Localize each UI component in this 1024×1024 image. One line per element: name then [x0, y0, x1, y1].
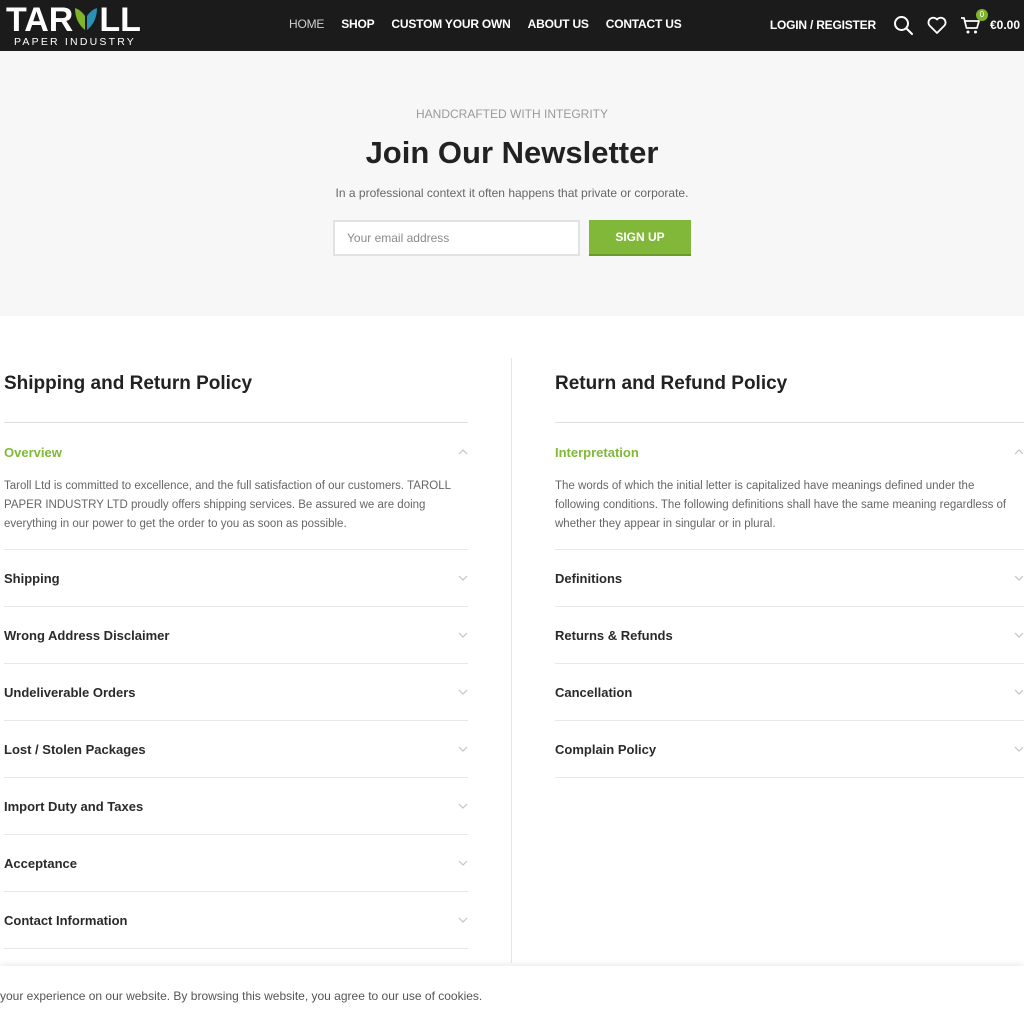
newsletter-description: In a professional context it often happe…: [335, 186, 689, 200]
main-nav: HOME SHOP CUSTOM YOUR OWN ABOUT US CONTA…: [289, 17, 699, 31]
chevron-up-icon: [1014, 449, 1024, 455]
chevron-down-icon: [458, 860, 468, 866]
accordion-header-contact-information[interactable]: Contact Information: [4, 892, 468, 948]
accordion-header-interpretation[interactable]: Interpretation: [555, 423, 1024, 481]
logo-wordmark: TAR LL: [6, 3, 141, 37]
accordion-header-acceptance[interactable]: Acceptance: [4, 835, 468, 891]
accordion-item: Lost / Stolen Packages: [4, 721, 468, 778]
accordion-item: Complain Policy: [555, 721, 1024, 778]
chevron-down-icon: [458, 803, 468, 809]
chevron-down-icon: [458, 689, 468, 695]
chevron-down-icon: [1014, 575, 1024, 581]
accordion-header-returns-refunds[interactable]: Returns & Refunds: [555, 607, 1024, 663]
accordion-header-lost-stolen[interactable]: Lost / Stolen Packages: [4, 721, 468, 777]
cookie-notice-bar: your experience on our website. By brows…: [0, 966, 1024, 1024]
newsletter-section: HANDCRAFTED WITH INTEGRITY Join Our News…: [0, 51, 1024, 316]
accordion-item: Definitions: [555, 550, 1024, 607]
leaf-icon: [75, 8, 98, 30]
chevron-down-icon: [458, 575, 468, 581]
search-icon[interactable]: [892, 14, 914, 36]
newsletter-kicker: HANDCRAFTED WITH INTEGRITY: [416, 107, 608, 121]
refund-policy-column: Return and Refund Policy Interpretation …: [555, 358, 1024, 778]
accordion-header-complain-policy[interactable]: Complain Policy: [555, 721, 1024, 777]
nav-custom-your-own[interactable]: CUSTOM YOUR OWN: [391, 17, 510, 31]
accordion-label: Interpretation: [555, 444, 639, 460]
accordion-label: Undeliverable Orders: [4, 684, 136, 700]
nav-shop[interactable]: SHOP: [341, 17, 374, 31]
accordion-item: Wrong Address Disclaimer: [4, 607, 468, 664]
heart-icon[interactable]: [926, 14, 948, 36]
accordion-item: Shipping: [4, 550, 468, 607]
accordion-label: Contact Information: [4, 912, 128, 928]
accordion-body-interpretation: The words of which the initial letter is…: [555, 480, 1007, 530]
accordion-label: Complain Policy: [555, 741, 657, 757]
accordion-item: Import Duty and Taxes: [4, 778, 468, 835]
chevron-down-icon: [458, 632, 468, 638]
cart-count-badge: 0: [975, 9, 988, 21]
newsletter-email-input[interactable]: [333, 220, 580, 256]
accordion-header-definitions[interactable]: Definitions: [555, 550, 1024, 606]
accordion-label: Import Duty and Taxes: [4, 798, 144, 814]
accordion-item: Cancellation: [555, 664, 1024, 721]
accordion-label: Acceptance: [4, 855, 77, 871]
site-header: TAR LL PAPER INDUSTRY HOME SHOP CUSTOM Y…: [0, 0, 1024, 51]
shipping-policy-column: Shipping and Return Policy Overview Taro…: [4, 358, 468, 949]
refund-policy-title: Return and Refund Policy: [555, 358, 1024, 423]
chevron-down-icon: [458, 746, 468, 752]
accordion-header-overview[interactable]: Overview: [4, 423, 468, 481]
logo-subtitle: PAPER INDUSTRY: [14, 36, 137, 48]
newsletter-title: Join Our Newsletter: [365, 135, 659, 170]
accordion-label: Wrong Address Disclaimer: [4, 627, 170, 643]
accordion-header-import-duty[interactable]: Import Duty and Taxes: [4, 778, 468, 834]
accordion-label: Overview: [4, 444, 62, 460]
logo-text-left: TAR: [6, 1, 74, 39]
cookie-notice-text: your experience on our website. By brows…: [0, 989, 483, 1003]
logo-text-right: LL: [99, 1, 141, 39]
nav-home[interactable]: HOME: [289, 17, 324, 31]
accordion-item-interpretation: Interpretation The words of which the in…: [555, 423, 1024, 550]
accordion-item-overview: Overview Taroll Ltd is committed to exce…: [4, 423, 468, 550]
chevron-down-icon: [458, 917, 468, 923]
chevron-down-icon: [1014, 746, 1024, 752]
sign-up-button[interactable]: SIGN UP: [589, 220, 691, 256]
accordion-header-undeliverable[interactable]: Undeliverable Orders: [4, 664, 468, 720]
accordion-item: Acceptance: [4, 835, 468, 892]
site-logo[interactable]: TAR LL PAPER INDUSTRY: [6, 3, 162, 48]
accordion-label: Returns & Refunds: [555, 627, 673, 643]
accordion-label: Lost / Stolen Packages: [4, 741, 146, 757]
login-register-link[interactable]: LOGIN / REGISTER: [770, 18, 876, 32]
cart-total[interactable]: €0.00: [990, 18, 1020, 32]
accordion-header-wrong-address[interactable]: Wrong Address Disclaimer: [4, 607, 468, 663]
shipping-policy-title: Shipping and Return Policy: [4, 358, 468, 423]
accordion-item: Undeliverable Orders: [4, 664, 468, 721]
accordion-label: Cancellation: [555, 684, 633, 700]
nav-about-us[interactable]: ABOUT US: [528, 17, 589, 31]
accordion-label: Shipping: [4, 570, 60, 586]
accordion-item: Contact Information: [4, 892, 468, 949]
chevron-up-icon: [458, 449, 468, 455]
chevron-down-icon: [1014, 689, 1024, 695]
cart-button[interactable]: 0: [960, 9, 988, 36]
nav-contact-us[interactable]: CONTACT US: [606, 17, 682, 31]
accordion-item: Returns & Refunds: [555, 607, 1024, 664]
column-divider: [511, 358, 512, 963]
chevron-down-icon: [1014, 632, 1024, 638]
accordion-body-overview: Taroll Ltd is committed to excellence, a…: [4, 480, 451, 530]
header-actions: LOGIN / REGISTER 0 €0.00: [770, 9, 1020, 38]
accordion-header-cancellation[interactable]: Cancellation: [555, 664, 1024, 720]
accordion-header-shipping[interactable]: Shipping: [4, 550, 468, 606]
accordion-label: Definitions: [555, 570, 623, 586]
